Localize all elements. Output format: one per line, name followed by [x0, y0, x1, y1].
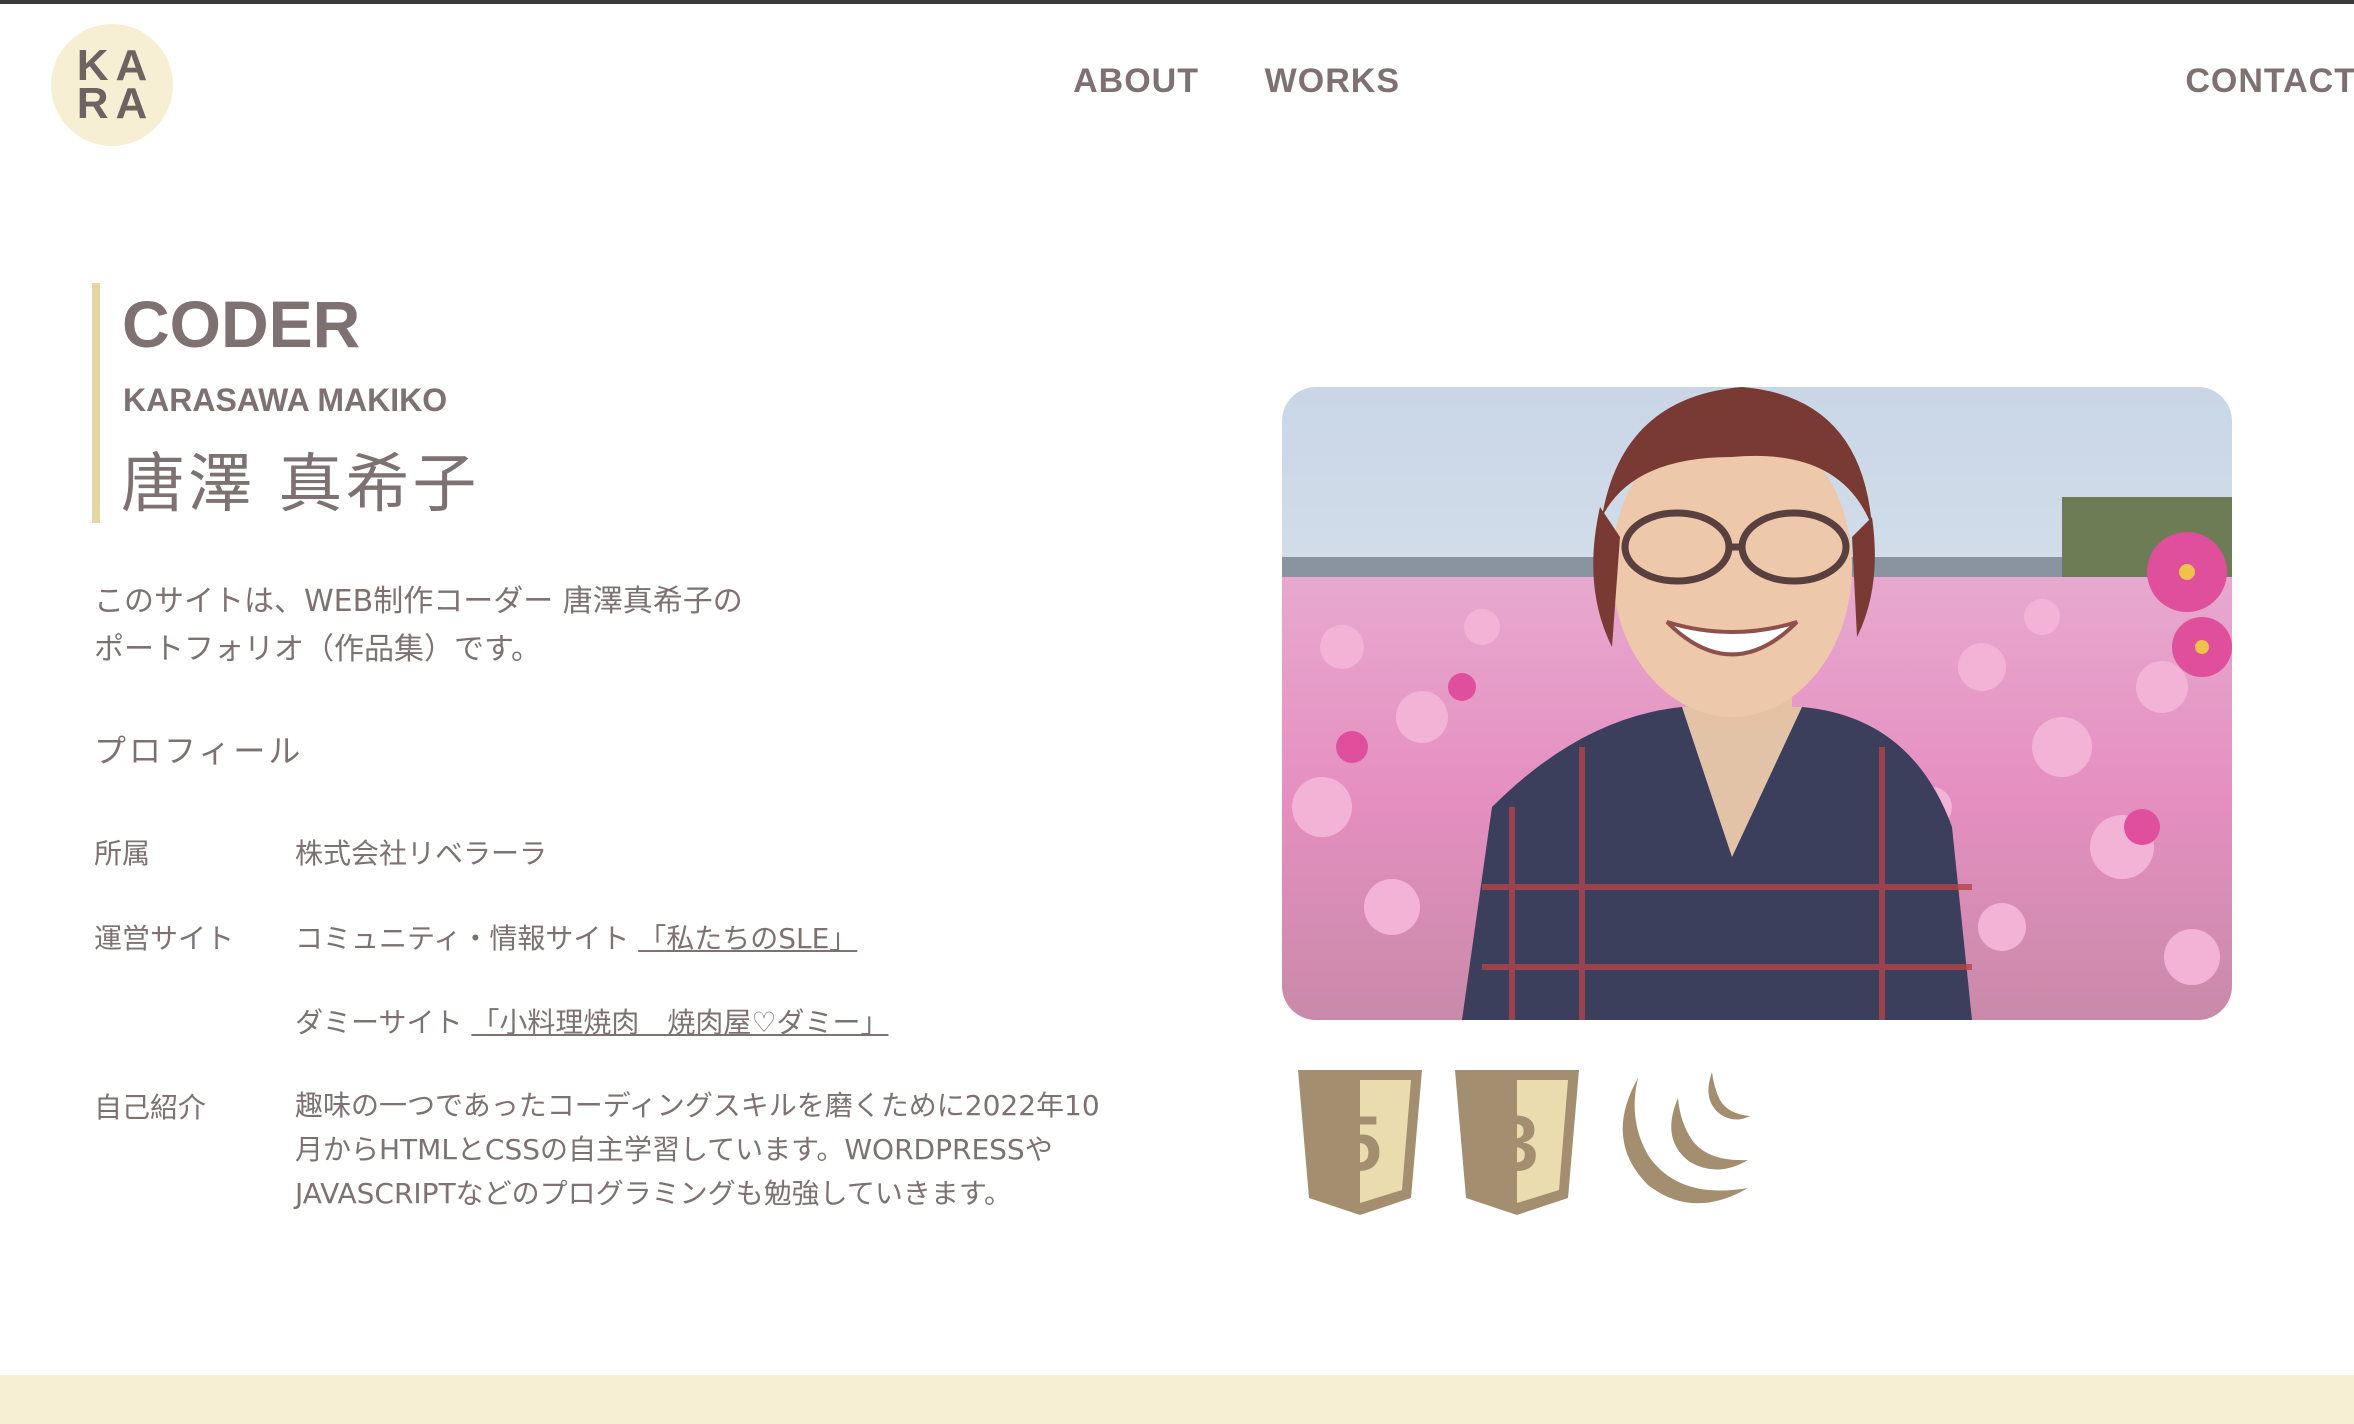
name-romaji: KARASAWA MAKIKO [123, 382, 448, 418]
affiliation-value: 株式会社リベラーラ [295, 837, 548, 870]
affiliation-label: 所属 [94, 837, 151, 870]
top-border [0, 0, 2354, 4]
profile-photo [1282, 387, 2232, 1020]
jquery-icon [1622, 1072, 1750, 1204]
name-kanji: 唐澤 真希子 [121, 448, 480, 522]
site2-link[interactable]: 「小料理焼肉 焼肉屋♡ダミー」 [471, 1006, 888, 1039]
nav-works[interactable]: WORKS [1265, 62, 1400, 101]
bio-line-2: 月からHTMLとCSSの自主学習しています。WORDPRESSや [295, 1133, 1053, 1166]
profile-heading: プロフィール [94, 732, 304, 770]
site1-prefix: コミュニティ・情報サイト [295, 922, 639, 955]
title-accent-bar [92, 283, 100, 523]
css3-digit: 3 [1495, 1099, 1538, 1187]
intro-line-1: このサイトは、WEB制作コーダー 唐澤真希子の [94, 584, 743, 619]
sites-label: 運営サイト [94, 922, 235, 955]
bio-line-1: 趣味の一つであったコーディングスキルを磨くために2022年10 [295, 1089, 1100, 1122]
site1-link[interactable]: 「私たちのSLE」 [638, 922, 857, 955]
intro-text: このサイトは、WEB制作コーダー 唐澤真希子の ポートフォリオ（作品集）です。 [94, 578, 854, 674]
footer-band [0, 1375, 2354, 1424]
site-logo[interactable]: KA RA [51, 24, 173, 146]
profile-photo-illustration [1282, 387, 2232, 1020]
css3-icon: 3 [1455, 1070, 1579, 1215]
role-title: CODER [122, 287, 361, 361]
bio-label: 自己紹介 [94, 1091, 207, 1124]
site-row-1: コミュニティ・情報サイト 「私たちのSLE」 [295, 917, 857, 957]
bio-text: 趣味の一つであったコーディングスキルを磨くために2022年10 月からHTMLと… [295, 1084, 1155, 1216]
nav-contact[interactable]: CONTACT [2185, 62, 2354, 101]
bio-line-3: JAVASCRIPTなどのプログラミングも勉強していきます。 [295, 1177, 1013, 1210]
site-row-2: ダミーサイト 「小料理焼肉 焼肉屋♡ダミー」 [295, 1001, 888, 1041]
logo-line-2: RA [76, 79, 155, 128]
html5-icon: 5 [1298, 1070, 1422, 1215]
site2-prefix: ダミーサイト [295, 1006, 472, 1039]
nav-about[interactable]: ABOUT [1073, 62, 1199, 101]
intro-line-2: ポートフォリオ（作品集）です。 [94, 632, 541, 667]
html5-digit: 5 [1338, 1099, 1381, 1187]
